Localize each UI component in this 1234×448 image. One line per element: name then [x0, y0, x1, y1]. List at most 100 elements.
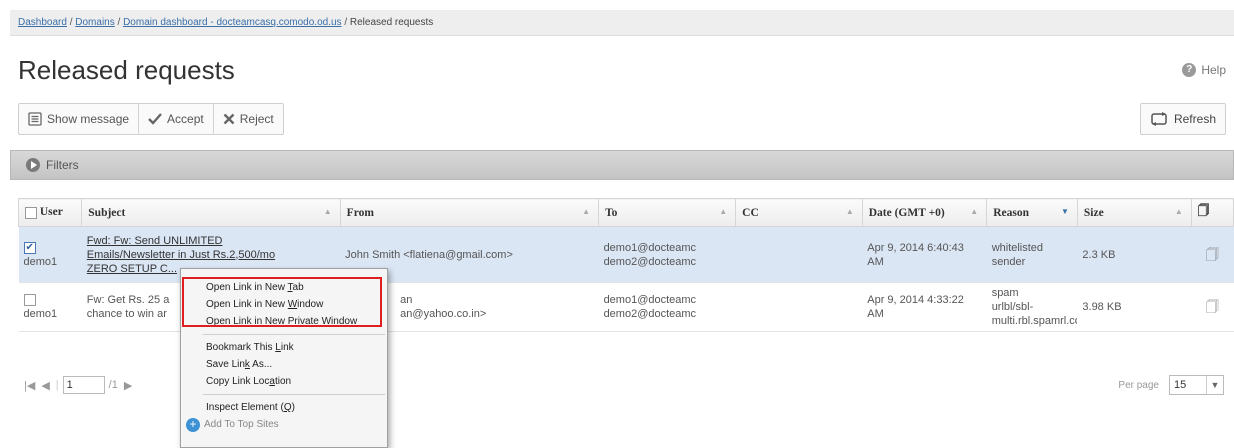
sort-icon: ▲	[323, 207, 332, 216]
plus-icon: +	[186, 417, 200, 432]
help-link[interactable]: ? Help	[1182, 63, 1226, 77]
date-cell: Apr 9, 2014 4:33:22 AM	[862, 282, 987, 332]
to-value: demo1@docteamc	[603, 294, 697, 306]
page-number-input[interactable]: 1	[62, 376, 105, 394]
first-page-icon[interactable]: |◀	[24, 379, 35, 392]
filters-label: Filters	[46, 158, 79, 172]
prev-page-icon[interactable]: ◀	[41, 379, 49, 392]
menu-text: )	[291, 402, 295, 413]
per-page-select[interactable]: 15 ▼	[1169, 375, 1224, 395]
breadcrumb-separator: /	[117, 17, 121, 28]
menu-add-to-top-sites[interactable]: + Add To Top Sites	[181, 416, 387, 433]
header-attachment[interactable]: 🗍	[1190, 198, 1234, 227]
breadcrumb-dashboard[interactable]: Dashboard	[18, 17, 67, 28]
menu-text: Bookmark This	[206, 342, 276, 353]
menu-separator	[203, 334, 385, 335]
sort-icon: ▲	[845, 207, 854, 216]
refresh-button[interactable]: Refresh	[1139, 103, 1226, 135]
show-message-label: Show message	[47, 112, 130, 126]
menu-accesskey: Q	[283, 402, 292, 413]
menu-save-link-as[interactable]: Save Link As...	[181, 356, 387, 373]
column-label: CC	[742, 206, 759, 219]
subject-line: ZERO SETUP C...	[86, 262, 178, 275]
menu-text: tion	[274, 376, 292, 387]
subject-line: Emails/Newsletter in Just Rs.2,500/mo	[86, 248, 276, 261]
reason-cell: spam urlbl/sbl-multi.rbl.spamrl.cor	[986, 282, 1078, 332]
breadcrumb-current: Released requests	[349, 17, 434, 28]
from-value: John Smith <flatiena@gmail.com>	[345, 248, 513, 261]
page-total: /1	[108, 379, 118, 391]
refresh-icon	[1151, 112, 1167, 126]
to-value: demo2@docteamc	[603, 308, 697, 320]
chevron-down-icon: ▼	[1206, 376, 1223, 394]
to-cell: demo1@docteamc demo2@docteamc	[598, 282, 736, 332]
subject-line: Fwd: Fw: Send UNLIMITED	[86, 234, 223, 247]
table-header-row: User Subject ▲ From ▲ To ▲ CC ▲ Date (GMT +0…	[17, 198, 1234, 227]
menu-bookmark-link[interactable]: Bookmark This Link	[181, 339, 387, 356]
breadcrumb-separator: /	[69, 17, 73, 28]
breadcrumb: Dashboard / Domains / Domain dashboard -…	[10, 10, 1234, 36]
column-label: To	[605, 206, 618, 219]
header-cc[interactable]: CC ▲	[735, 198, 863, 227]
header-size[interactable]: Size ▲	[1076, 198, 1192, 227]
attachment-icon: 🗍	[1197, 205, 1210, 217]
header-to[interactable]: To ▲	[598, 198, 737, 227]
reason-value: whitelisted	[991, 241, 1044, 254]
user-value: demo1	[23, 308, 58, 320]
header-date[interactable]: Date (GMT +0) ▲	[861, 198, 988, 227]
sort-desc-icon: ▼	[1060, 207, 1069, 216]
help-icon: ?	[1182, 63, 1197, 77]
sort-icon: ▲	[582, 207, 591, 216]
cc-cell	[735, 226, 863, 283]
per-page-label: Per page	[1118, 379, 1159, 391]
reason-value: urlbl/sbl-	[991, 301, 1034, 313]
attachment-icon: 🗍	[1205, 246, 1219, 262]
row-checkbox[interactable]	[23, 294, 36, 307]
column-label: From	[346, 206, 374, 219]
reason-value: multi.rbl.spamrl.cor	[991, 315, 1078, 327]
header-reason[interactable]: Reason ▼	[986, 198, 1078, 227]
breadcrumb-domain-dashboard[interactable]: Domain dashboard - docteamcasq.comodo.od…	[123, 17, 341, 28]
header-user[interactable]: User	[17, 198, 83, 227]
select-all-checkbox[interactable]	[25, 206, 37, 219]
size-cell: 3.98 KB	[1077, 282, 1192, 332]
reason-cell: whitelisted sender	[986, 226, 1078, 283]
menu-separator	[203, 394, 385, 395]
menu-inspect-element[interactable]: Inspect Element (Q)	[181, 399, 387, 416]
reject-label: Reject	[239, 112, 274, 126]
column-label: Date (GMT +0)	[868, 206, 945, 219]
user-value: demo1	[23, 255, 58, 268]
attachment-cell: 🗍	[1191, 282, 1234, 332]
filters-toggle[interactable]: Filters	[10, 150, 1234, 180]
x-icon	[223, 113, 235, 125]
breadcrumb-separator: /	[344, 17, 348, 28]
accept-label: Accept	[167, 112, 204, 126]
header-from[interactable]: From ▲	[339, 198, 600, 227]
menu-text: Inspect Element (	[206, 402, 284, 413]
to-value: demo2@docteamc	[603, 255, 697, 268]
accept-button[interactable]: Accept	[139, 104, 214, 134]
reason-value: sender	[991, 255, 1026, 268]
menu-text: Save Lin	[206, 359, 245, 370]
highlight-annotation	[182, 277, 382, 327]
refresh-label: Refresh	[1173, 112, 1216, 126]
row-checkbox[interactable]	[23, 241, 36, 255]
pager-divider: |	[55, 379, 59, 391]
action-toolbar: Show message Accept Reject	[18, 103, 284, 135]
next-page-icon[interactable]: ▶	[124, 379, 132, 392]
help-label: Help	[1201, 63, 1226, 77]
column-label: Subject	[88, 206, 126, 219]
breadcrumb-domains[interactable]: Domains	[75, 17, 114, 28]
menu-copy-link-location[interactable]: Copy Link Location	[181, 373, 387, 390]
column-label: User	[39, 206, 63, 219]
date-value: Apr 9, 2014 6:40:43	[867, 241, 964, 254]
checkmark-icon	[148, 113, 162, 125]
show-message-button[interactable]: Show message	[19, 104, 140, 134]
attachment-icon: 🗍	[1205, 299, 1219, 314]
user-cell: demo1	[18, 282, 82, 332]
to-value: demo1@docteamc	[603, 241, 697, 254]
reject-button[interactable]: Reject	[214, 104, 283, 134]
from-value: an	[400, 294, 413, 306]
date-value: AM	[867, 308, 884, 320]
header-subject[interactable]: Subject ▲	[81, 198, 341, 227]
